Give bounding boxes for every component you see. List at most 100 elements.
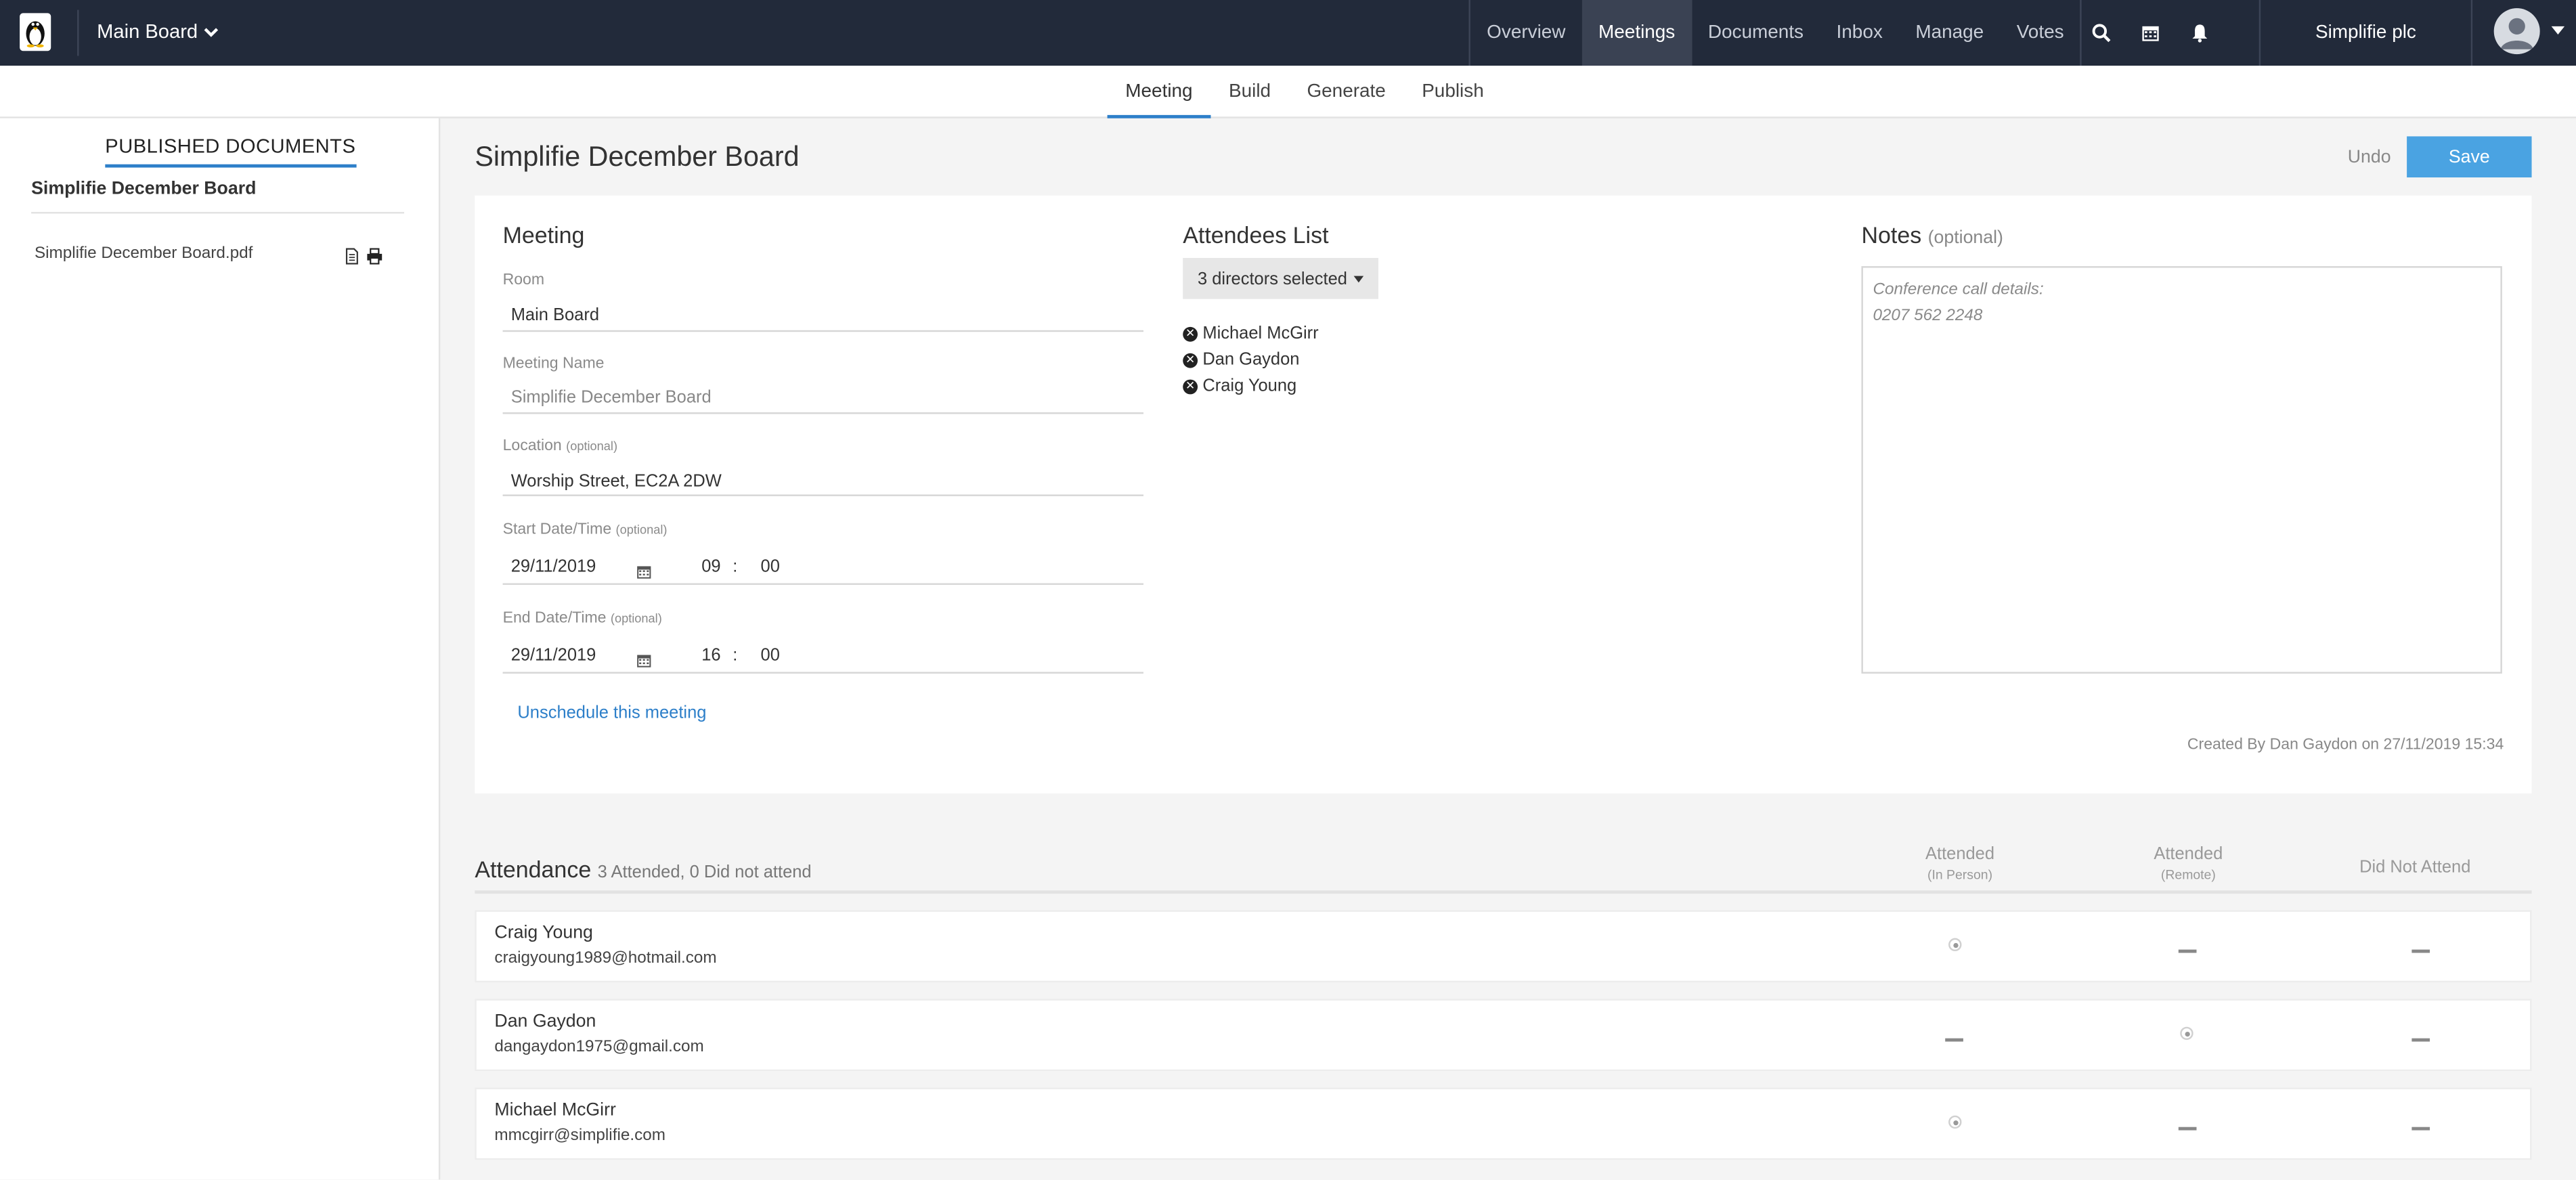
column-attended-in-person: Attended (In Person) [1878,841,2043,883]
tab-publish[interactable]: Publish [1404,66,1502,118]
attendance-row: Dan Gaydon dangaydon1975@gmail.com [475,999,2532,1072]
user-menu-caret-icon[interactable] [2551,26,2565,35]
notifications-button[interactable] [2175,0,2225,66]
column-attended-remote: Attended (Remote) [2106,841,2271,883]
column-header-text: Attended [1925,844,1995,865]
attendee-name: Craig Young [1202,376,1297,396]
end-minute-field[interactable]: 00 [761,646,780,665]
page-scrollbar[interactable] [2566,118,2576,1180]
end-hour-field[interactable]: 16 [701,646,720,665]
chevron-down-icon [204,27,219,37]
published-documents-sidebar: PUBLISHED DOCUMENTS Simplifie December B… [0,118,441,1180]
search-icon [2092,24,2111,43]
notes-line: 0207 562 2248 [1873,307,1983,326]
attendee-row-name: Dan Gaydon [494,1011,596,1032]
file-actions [343,248,383,265]
in-person-radio-selected[interactable] [1948,1115,1962,1129]
remote-option[interactable] [2178,949,2197,953]
save-button[interactable]: Save [2407,136,2532,178]
attendance-heading: Attendance 3 Attended, 0 Did not attend [475,856,811,882]
in-person-option[interactable] [1945,1038,1963,1042]
page-title: Simplifie December Board [475,141,800,173]
attendance-divider [475,890,2532,894]
document-icon[interactable] [343,248,359,265]
attendee-name: Michael McGirr [1202,324,1319,344]
search-button[interactable] [2076,0,2126,66]
nav-icon-group [2076,0,2224,66]
location-underline [502,494,1143,496]
meeting-name-underline [502,412,1143,414]
start-date-field[interactable]: 29/11/2019 [511,557,596,577]
board-selector[interactable]: Main Board [97,20,219,43]
penguin-logo-icon [26,21,45,48]
print-icon[interactable] [366,248,383,265]
meeting-name-field[interactable]: Simplifie December Board [511,388,712,408]
attendee-row-email: dangaydon1975@gmail.com [494,1038,704,1057]
remote-radio-selected[interactable] [2180,1026,2193,1041]
location-field[interactable]: Worship Street, EC2A 2DW [511,471,722,491]
end-underline [502,672,1143,674]
end-datetime-label: End Date/Time (optional) [503,609,662,628]
nav-meetings[interactable]: Meetings [1581,0,1692,66]
meeting-section-title: Meeting [502,221,585,248]
end-time-colon: : [733,645,738,665]
attendee-item: ✕ Michael McGirr [1183,324,1319,344]
remove-circle-icon[interactable]: ✕ [1183,378,1198,394]
sidebar-divider [31,212,404,214]
user-avatar[interactable] [2493,8,2540,55]
nav-overview[interactable]: Overview [1470,0,1582,66]
nav-manage[interactable]: Manage [1899,0,2000,66]
remove-circle-icon[interactable]: ✕ [1183,326,1198,341]
end-label-text: End Date/Time [502,609,607,628]
did-not-attend-option[interactable] [2411,1038,2430,1042]
attendee-item: ✕ Dan Gaydon [1183,350,1299,370]
start-time-colon: : [733,556,738,577]
notes-line: Conference call details: [1873,280,2044,299]
nav-documents[interactable]: Documents [1692,0,1820,66]
room-underline [502,330,1143,332]
room-label: Room [502,271,545,290]
remove-circle-icon[interactable]: ✕ [1183,352,1198,368]
top-navigation-bar: Main Board Overview Meetings Documents I… [0,0,2576,66]
in-person-radio-selected[interactable] [1948,938,1962,952]
undo-button[interactable]: Undo [2348,148,2391,167]
attendee-row-email: mmcgirr@simplifie.com [494,1127,665,1145]
notes-title-text: Notes [1861,221,1922,248]
main-nav: Overview Meetings Documents Inbox Manage… [1468,0,2082,66]
column-did-not-attend: Did Not Attend [2359,857,2471,877]
attendance-row: Michael McGirr mmcgirr@simplifie.com [475,1087,2532,1160]
published-file-link[interactable]: Simplifie December Board.pdf [35,245,253,263]
column-subheader-text: (In Person) [1927,867,1993,883]
calendar-icon [2142,26,2159,41]
directors-dropdown[interactable]: 3 directors selected [1183,257,1379,299]
app-logo[interactable] [20,13,51,51]
tab-build[interactable]: Build [1210,66,1288,118]
created-by-text: Created By Dan Gaydon on 27/11/2019 15:3… [2187,736,2504,754]
tab-generate[interactable]: Generate [1289,66,1404,118]
calendar-button[interactable] [2126,0,2175,66]
attendee-row-name: Craig Young [494,923,593,943]
attendance-title: Attendance [475,856,592,883]
start-hour-field[interactable]: 09 [701,557,720,577]
start-label-text: Start Date/Time [502,521,612,539]
nav-votes[interactable]: Votes [2000,0,2080,66]
did-not-attend-option[interactable] [2411,1127,2430,1131]
unschedule-meeting-link[interactable]: Unschedule this meeting [517,703,706,723]
remote-option[interactable] [2178,1127,2197,1131]
company-name[interactable]: Simplifie plc [2258,0,2473,66]
tab-meeting[interactable]: Meeting [1107,66,1211,118]
start-minute-field[interactable]: 00 [761,557,780,577]
published-documents-heading: PUBLISHED DOCUMENTS [105,135,356,168]
notes-textarea[interactable]: Conference call details: 0207 562 2248 [1861,266,2502,674]
attendees-section-title: Attendees List [1183,221,1329,248]
did-not-attend-option[interactable] [2411,949,2430,953]
start-underline [502,583,1143,585]
published-board-name: Simplifie December Board [31,179,257,199]
end-date-field[interactable]: 29/11/2019 [511,646,596,665]
calendar-icon [637,655,651,668]
meeting-name-label: Meeting Name [502,355,605,373]
room-field[interactable]: Main Board [511,305,599,325]
nav-inbox[interactable]: Inbox [1820,0,1899,66]
column-subheader-text: (Remote) [2160,867,2216,883]
meeting-details-card: Meeting Room Main Board Meeting Name Sim… [475,195,2532,794]
